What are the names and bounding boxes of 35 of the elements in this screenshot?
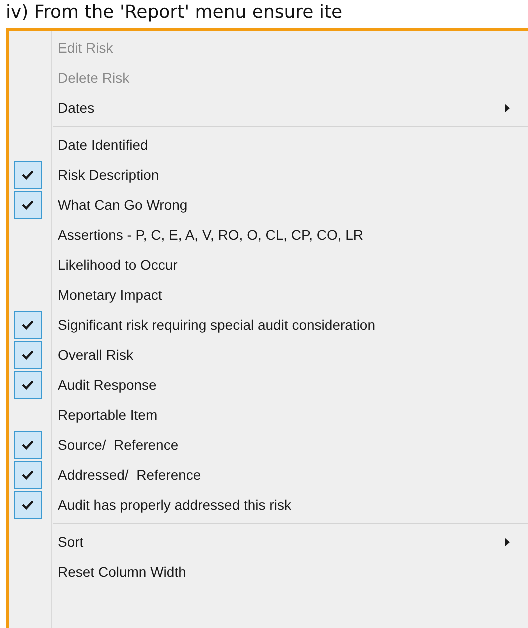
checkbox[interactable] <box>14 491 42 519</box>
menu-item[interactable]: Audit Response <box>53 377 157 393</box>
checkmark-icon <box>22 200 34 210</box>
menu-item[interactable]: Significant risk requiring special audit consideration <box>53 317 376 333</box>
menu-item[interactable]: Reset Column Width <box>53 564 186 580</box>
menu-item[interactable]: Likelihood to Occur <box>53 257 178 273</box>
menu-item[interactable]: Sort <box>53 534 84 550</box>
checkmark-icon <box>22 350 34 360</box>
checkmark-icon <box>22 440 34 450</box>
menu-item[interactable]: Risk Description <box>53 167 160 183</box>
menu-item[interactable]: Monetary Impact <box>53 287 162 303</box>
menu-item[interactable]: Source/ Reference <box>53 437 179 453</box>
checkbox[interactable] <box>14 371 42 399</box>
checkbox[interactable] <box>14 461 42 489</box>
menu-item[interactable]: Overall Risk <box>53 347 134 363</box>
checkbox[interactable] <box>14 341 42 369</box>
submenu-arrow-icon <box>505 538 510 547</box>
checkmark-icon <box>22 380 34 390</box>
menu-item[interactable]: Date Identified <box>53 137 148 153</box>
checkmark-icon <box>22 320 34 330</box>
menu-item[interactable]: What Can Go Wrong <box>53 197 188 213</box>
menu-item[interactable]: Assertions - P, C, E, A, V, RO, O, CL, CP, CO, LR <box>53 227 364 243</box>
checkbox[interactable] <box>14 161 42 189</box>
menu-item[interactable]: Reportable Item <box>53 407 158 423</box>
menu-item[interactable]: Addressed/ Reference <box>53 467 202 483</box>
checkbox[interactable] <box>14 311 42 339</box>
instruction-text: iv) From the 'Report' menu ensure ite <box>5 1 344 25</box>
checkbox[interactable] <box>14 431 42 459</box>
checkmark-icon <box>22 470 34 480</box>
menu-item[interactable]: Dates <box>53 100 95 116</box>
checkmark-icon <box>22 500 34 510</box>
checkmark-icon <box>22 170 34 180</box>
submenu-arrow-icon <box>505 104 510 113</box>
menu-item[interactable]: Audit has properly addressed this risk <box>53 497 292 513</box>
checkbox[interactable] <box>14 191 42 219</box>
